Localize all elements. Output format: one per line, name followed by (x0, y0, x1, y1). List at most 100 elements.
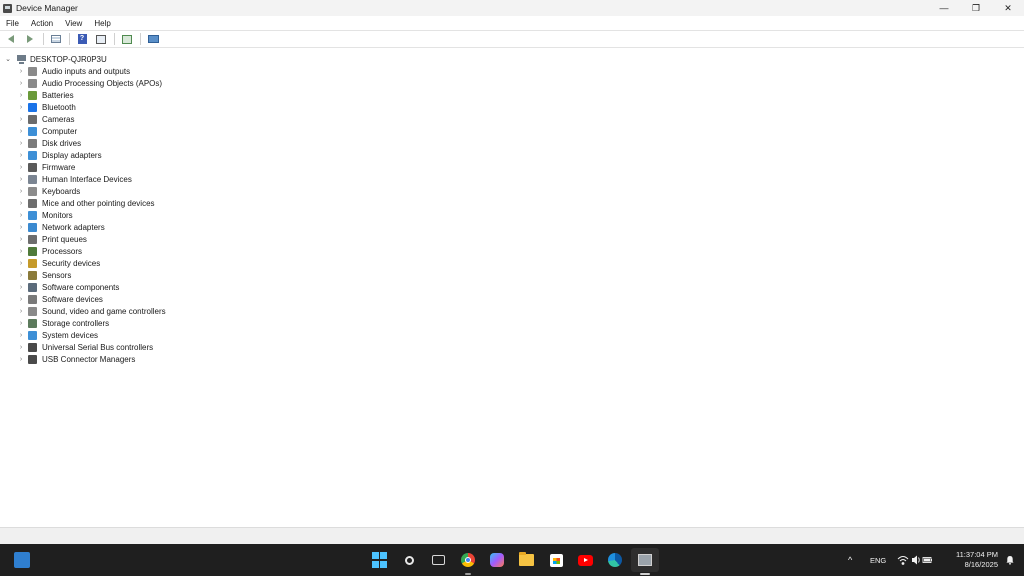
chevron-right-icon[interactable]: › (17, 332, 25, 339)
notification-bell-icon[interactable] (1005, 555, 1015, 565)
chevron-right-icon[interactable]: › (17, 68, 25, 75)
tree-item[interactable]: › Batteries (17, 89, 166, 101)
chevron-right-icon[interactable]: › (17, 116, 25, 123)
scan-hardware-changes-button[interactable] (119, 32, 135, 46)
close-button[interactable]: ✕ (992, 0, 1024, 16)
chevron-right-icon[interactable]: › (17, 128, 25, 135)
chevron-right-icon[interactable]: › (17, 152, 25, 159)
tree-item[interactable]: › Sensors (17, 269, 166, 281)
tray-overflow-button[interactable]: ^ (848, 544, 852, 576)
chevron-right-icon[interactable]: › (17, 308, 25, 315)
tree-item[interactable]: › Human Interface Devices (17, 173, 166, 185)
tree-root[interactable]: ⌄ DESKTOP-QJR0P3U (4, 53, 107, 65)
tree-root-label: DESKTOP-QJR0P3U (30, 54, 107, 64)
search-button[interactable] (401, 552, 417, 568)
tree-item-label: Keyboards (42, 186, 81, 196)
tree-item[interactable]: › Software components (17, 281, 166, 293)
window-title: Device Manager (16, 3, 78, 13)
tree-item-label: Firmware (42, 162, 76, 172)
restore-button[interactable]: ❐ (960, 0, 992, 16)
widgets-icon[interactable] (14, 552, 30, 568)
tree-item[interactable]: › Computer (17, 125, 166, 137)
chevron-right-icon[interactable]: › (17, 296, 25, 303)
chevron-right-icon[interactable]: › (17, 212, 25, 219)
forward-button[interactable] (22, 32, 38, 46)
tree-item[interactable]: › System devices (17, 329, 166, 341)
tree-item[interactable]: › Mice and other pointing devices (17, 197, 166, 209)
tree-item[interactable]: › Firmware (17, 161, 166, 173)
tree-item[interactable]: › Print queues (17, 233, 166, 245)
chevron-right-icon[interactable]: › (17, 284, 25, 291)
network-adapter-icon (28, 222, 37, 232)
chevron-right-icon[interactable]: › (17, 260, 25, 267)
monitor-button[interactable] (145, 32, 161, 46)
chevron-right-icon[interactable]: › (17, 356, 25, 363)
tree-item[interactable]: › USB Connector Managers (17, 353, 166, 365)
minimize-button[interactable]: — (928, 0, 960, 16)
properties-button[interactable] (93, 32, 109, 46)
toolbar-separator (43, 33, 44, 45)
chevron-right-icon[interactable]: › (17, 272, 25, 279)
chevron-right-icon[interactable]: › (17, 164, 25, 171)
tree-item[interactable]: › Audio inputs and outputs (17, 65, 166, 77)
task-view-button[interactable] (430, 552, 446, 568)
tree-item[interactable]: › Display adapters (17, 149, 166, 161)
tree-item[interactable]: › Security devices (17, 257, 166, 269)
chevron-up-icon: ^ (848, 555, 853, 565)
tree-item-label: Security devices (42, 258, 101, 268)
edge-button[interactable] (607, 552, 623, 568)
quick-settings-button[interactable] (897, 544, 933, 576)
tree-item[interactable]: › Processors (17, 245, 166, 257)
chevron-down-icon[interactable]: ⌄ (4, 55, 12, 63)
wifi-icon (897, 556, 909, 565)
menu-action[interactable]: Action (25, 19, 59, 28)
menu-view[interactable]: View (59, 19, 88, 28)
chrome-button[interactable] (460, 552, 476, 568)
tree-item[interactable]: › Network adapters (17, 221, 166, 233)
chevron-right-icon[interactable]: › (17, 344, 25, 351)
hid-icon (28, 174, 37, 184)
help-button[interactable]: ? (74, 32, 90, 46)
menu-file[interactable]: File (0, 19, 25, 28)
tree-item[interactable]: › Monitors (17, 209, 166, 221)
tree-item[interactable]: › Disk drives (17, 137, 166, 149)
tree-item[interactable]: › Storage controllers (17, 317, 166, 329)
chevron-right-icon[interactable]: › (17, 200, 25, 207)
camera-icon (28, 114, 37, 124)
tree-item[interactable]: › Keyboards (17, 185, 166, 197)
tree-item-label: Sound, video and game controllers (42, 306, 166, 316)
chevron-right-icon[interactable]: › (17, 104, 25, 111)
menu-help[interactable]: Help (88, 19, 116, 28)
file-explorer-button[interactable] (518, 552, 534, 568)
language-indicator[interactable]: ENG (870, 544, 886, 576)
youtube-button[interactable] (577, 552, 593, 568)
clock[interactable]: 11:37:04 PM 8/16/2025 (956, 550, 998, 570)
tree-item[interactable]: › Bluetooth (17, 101, 166, 113)
chevron-right-icon[interactable]: › (17, 320, 25, 327)
back-button[interactable] (3, 32, 19, 46)
file-explorer-icon (518, 552, 534, 566)
microsoft-store-button[interactable] (548, 552, 564, 568)
tree-item[interactable]: › Sound, video and game controllers (17, 305, 166, 317)
tree-item-label: Storage controllers (42, 318, 110, 328)
show-hide-console-tree-button[interactable] (48, 32, 64, 46)
chevron-right-icon[interactable]: › (17, 176, 25, 183)
tree-item[interactable]: › Audio Processing Objects (APOs) (17, 77, 166, 89)
usb-icon (28, 342, 37, 352)
clock-time: 11:37:04 PM (956, 550, 998, 559)
chevron-right-icon[interactable]: › (17, 80, 25, 87)
chevron-right-icon[interactable]: › (17, 92, 25, 99)
copilot-button[interactable] (489, 552, 505, 568)
tree-item[interactable]: › Universal Serial Bus controllers (17, 341, 166, 353)
chevron-right-icon[interactable]: › (17, 188, 25, 195)
chevron-right-icon[interactable]: › (17, 248, 25, 255)
start-icon[interactable] (371, 552, 387, 568)
chevron-right-icon[interactable]: › (17, 140, 25, 147)
tree-item[interactable]: › Software devices (17, 293, 166, 305)
show-hide-console-tree-icon (51, 35, 61, 43)
toolbar-separator (69, 33, 70, 45)
chevron-right-icon[interactable]: › (17, 224, 25, 231)
device-manager-taskbar-button[interactable] (637, 552, 653, 568)
chevron-right-icon[interactable]: › (17, 236, 25, 243)
tree-item[interactable]: › Cameras (17, 113, 166, 125)
